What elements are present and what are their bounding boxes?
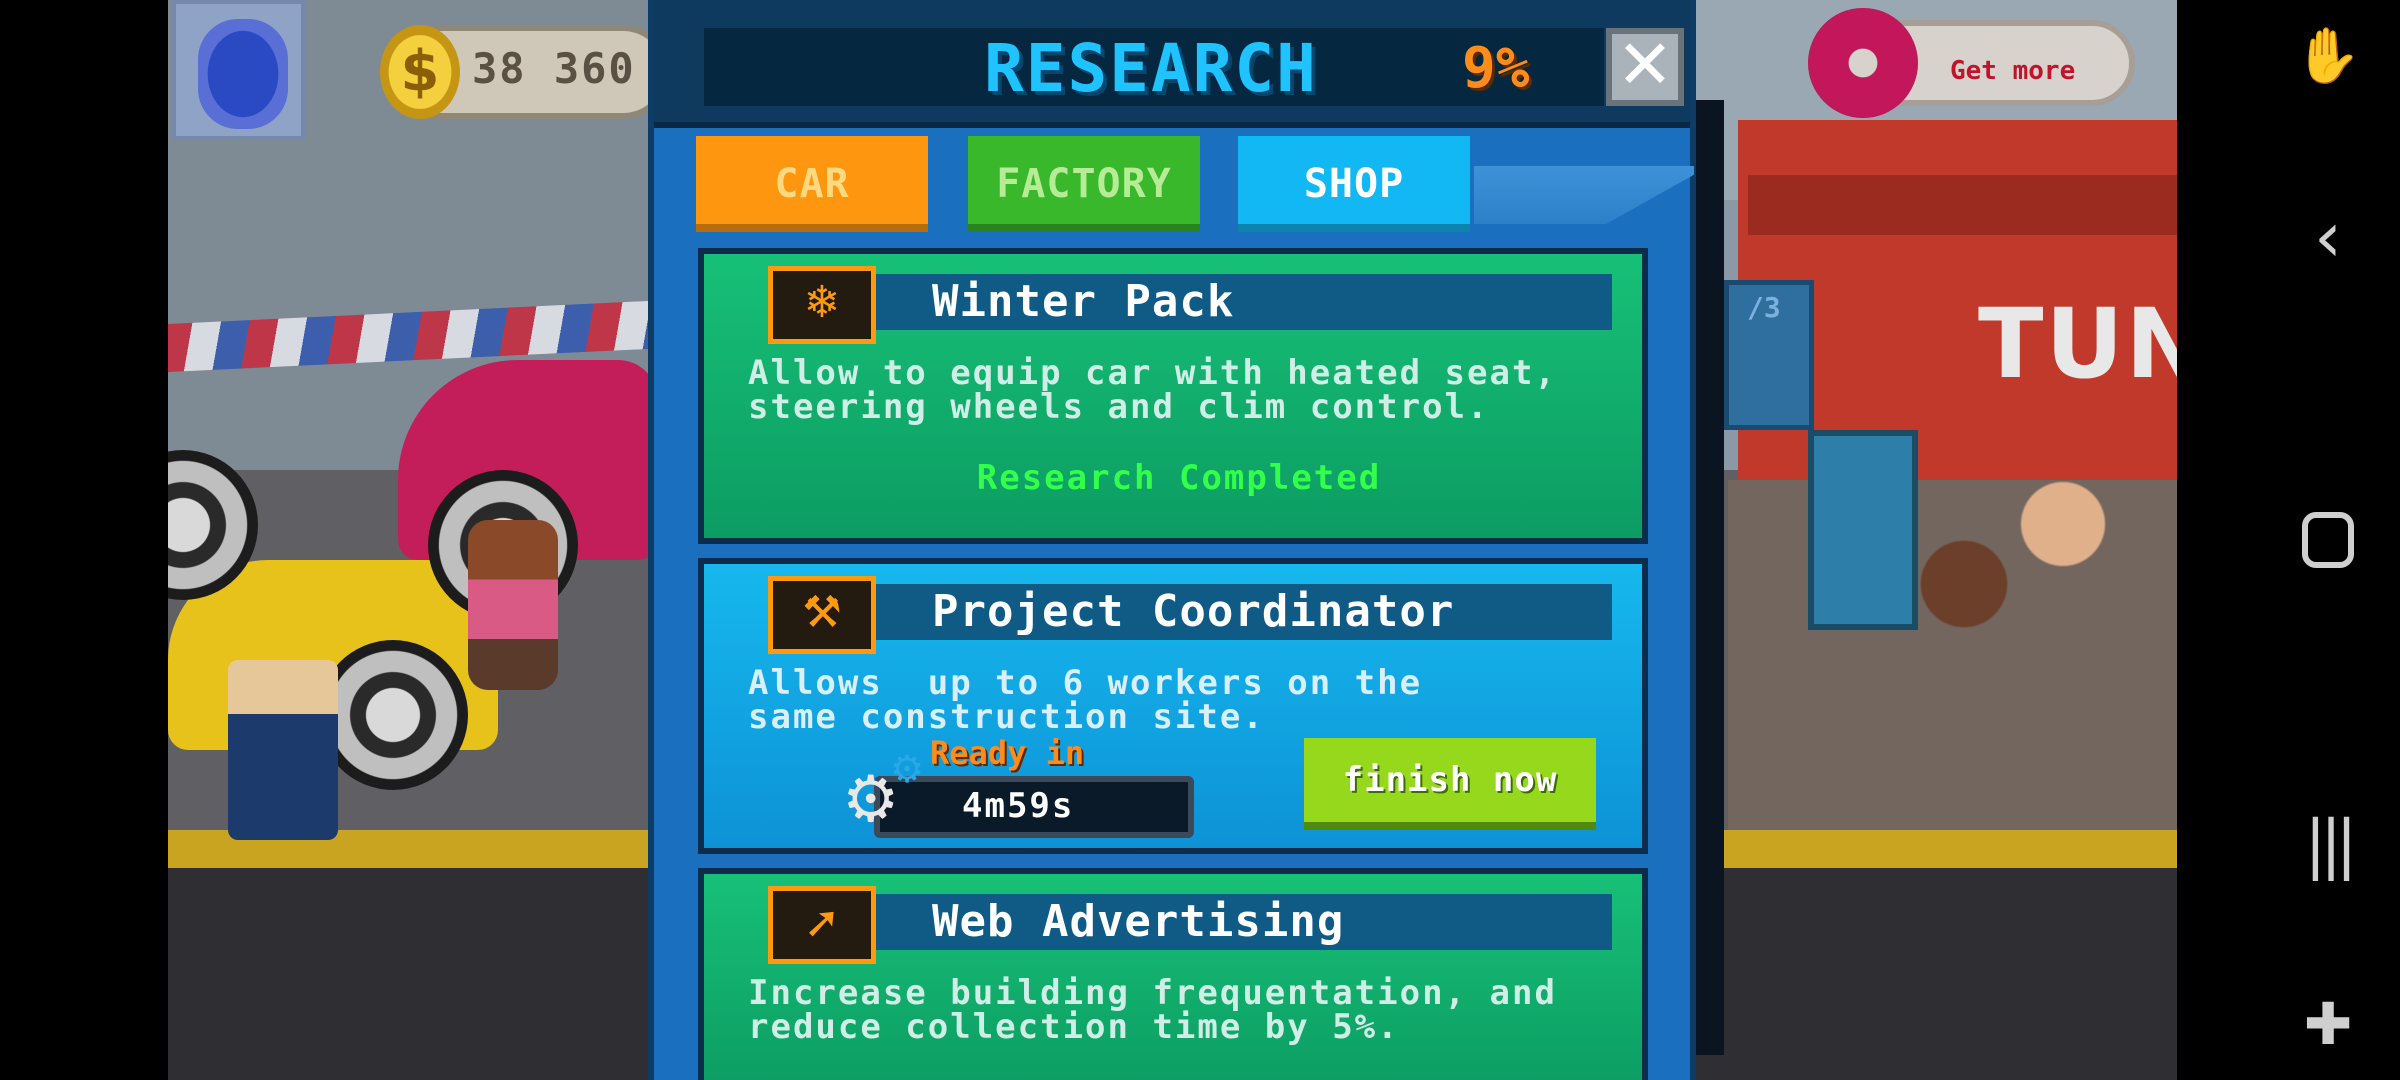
snowflake-icon: ❄ bbox=[768, 266, 876, 344]
research-card-winter-pack[interactable]: ❄ Winter Pack Allow to equip car with he… bbox=[698, 248, 1648, 544]
modal-scroll-shadow bbox=[1696, 100, 1724, 1055]
modal-header: RESEARCH 9% ✕ bbox=[654, 0, 1690, 128]
card-description: Increase building frequentation, and red… bbox=[748, 973, 1557, 1047]
customers-group bbox=[1898, 440, 2118, 680]
tab-bar-decoration bbox=[1474, 166, 1694, 224]
get-more-label[interactable]: Get more bbox=[1950, 56, 2075, 86]
tab-car[interactable]: CAR bbox=[696, 136, 928, 232]
card-title: Web Advertising bbox=[932, 896, 1345, 947]
mechanic-character[interactable] bbox=[228, 660, 338, 840]
coin-icon: $ bbox=[380, 25, 460, 119]
small-gear-icon: ⚙ bbox=[890, 747, 925, 791]
home-icon[interactable] bbox=[2290, 512, 2366, 572]
close-button[interactable]: ✕ bbox=[1606, 28, 1684, 106]
game-tools-icon[interactable]: ✚ bbox=[2290, 990, 2366, 1058]
card-description: Allows up to 6 workers on the same const… bbox=[748, 663, 1423, 737]
card-title: Project Coordinator bbox=[932, 586, 1455, 637]
research-modal: RESEARCH 9% ✕ CAR FACTORY SHOP ❄ Winter … bbox=[648, 0, 1696, 1080]
card-title: Winter Pack bbox=[932, 276, 1235, 327]
shop-sign: TUN bbox=[1978, 288, 2177, 400]
screenshot-tool-icon[interactable]: ✋ bbox=[2290, 24, 2366, 88]
research-status: Research Completed bbox=[976, 458, 1382, 498]
car-wheel bbox=[318, 640, 468, 790]
tab-shop[interactable]: SHOP bbox=[1238, 136, 1470, 232]
ready-in-label: Ready in bbox=[930, 734, 1085, 772]
worker-icon: ⚒ bbox=[768, 576, 876, 654]
web-ad-icon: ➚ bbox=[768, 886, 876, 964]
research-timer: 4m59s bbox=[962, 786, 1075, 826]
tab-factory[interactable]: FACTORY bbox=[968, 136, 1200, 232]
card-description: Allow to equip car with heated seat, ste… bbox=[748, 353, 1557, 427]
donut-icon[interactable] bbox=[1808, 8, 1918, 118]
research-progress-percent: 9% bbox=[1462, 36, 1530, 101]
shop-awning bbox=[1748, 175, 2177, 235]
modal-title: RESEARCH bbox=[984, 30, 1318, 107]
customer-character[interactable] bbox=[468, 520, 558, 690]
counter-sign: /3 bbox=[1724, 280, 1814, 430]
back-icon[interactable]: ‹ bbox=[2290, 196, 2366, 278]
coin-value: 38 360 bbox=[472, 44, 636, 93]
finish-now-button[interactable]: finish now bbox=[1304, 738, 1596, 830]
avatar-icon bbox=[198, 19, 288, 129]
recents-icon[interactable]: ||| bbox=[2290, 808, 2366, 882]
research-card-project-coordinator[interactable]: ⚒ Project Coordinator Allows up to 6 wor… bbox=[698, 558, 1648, 854]
research-card-web-advertising[interactable]: ➚ Web Advertising Increase building freq… bbox=[698, 868, 1648, 1080]
player-avatar[interactable] bbox=[172, 0, 305, 140]
